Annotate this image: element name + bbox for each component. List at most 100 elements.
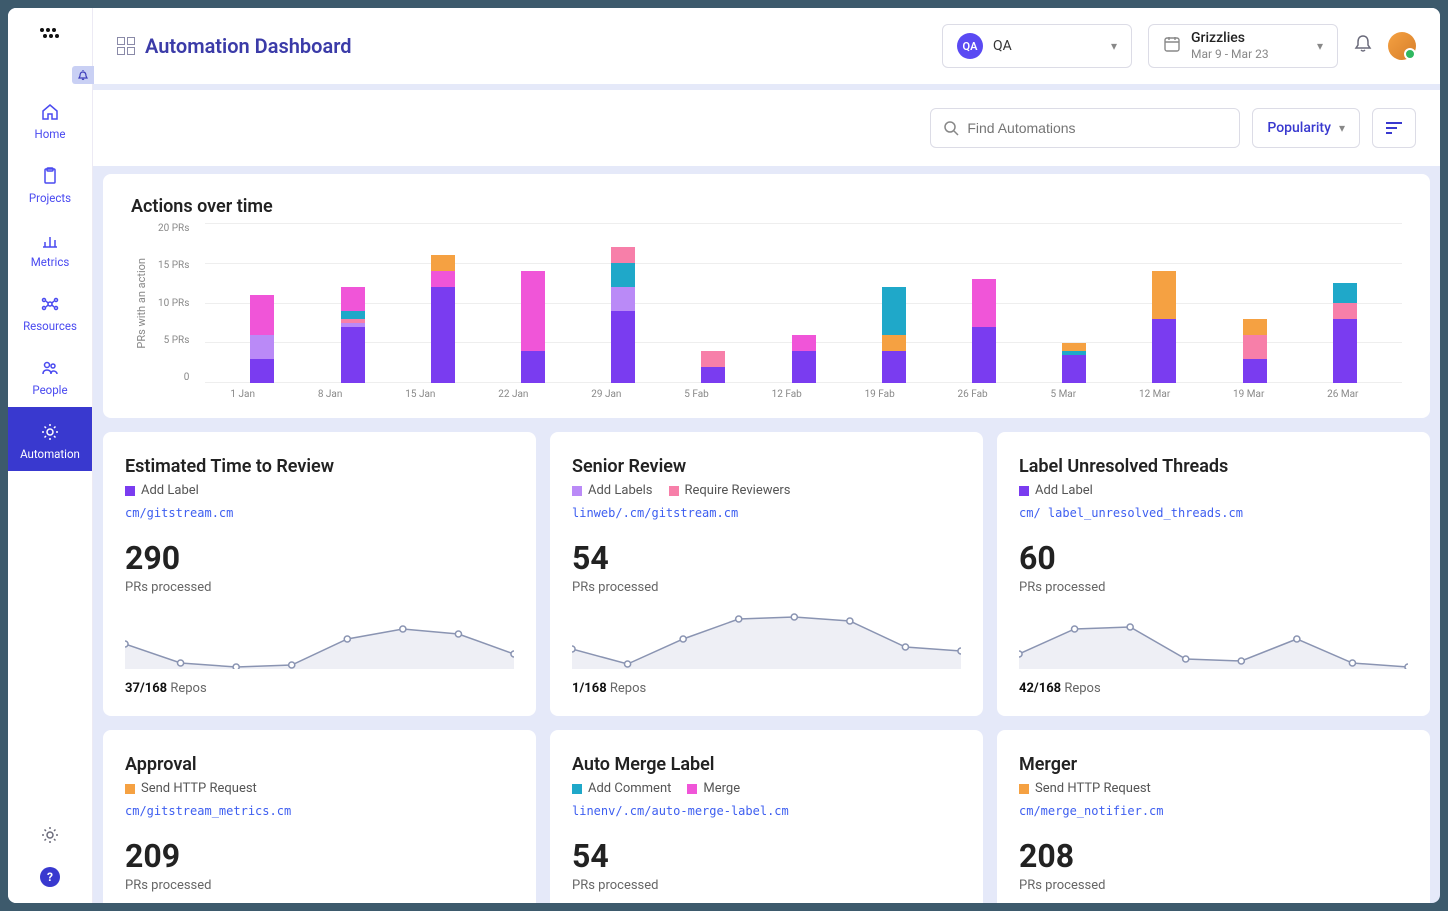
automation-value: 208 <box>1019 840 1408 872</box>
notification-tab[interactable] <box>72 66 94 84</box>
nav-projects[interactable]: Projects <box>8 151 92 215</box>
date-range-selector[interactable]: Grizzlies Mar 9 - Mar 23 ▾ <box>1148 24 1338 68</box>
sidebar: Home Projects Metrics Resources <box>8 8 93 903</box>
nav-resources[interactable]: Resources <box>8 279 92 343</box>
x-tick-label: 12 Fab <box>772 389 802 400</box>
automation-path: cm/gitstream.cm <box>125 506 514 520</box>
automation-card[interactable]: Merger Send HTTP Request cm/merge_notifi… <box>997 730 1430 903</box>
automation-value: 290 <box>125 542 514 574</box>
nav-metrics[interactable]: Metrics <box>8 215 92 279</box>
chart-plot: PRs with an action 20 PRs15 PRs10 PRs5 P… <box>131 223 1402 383</box>
x-tick-label: 19 Fab <box>865 389 895 400</box>
nav-label: Home <box>35 127 66 141</box>
automation-tag: Add Labels <box>572 483 653 498</box>
automation-tag: Merge <box>687 781 740 796</box>
chevron-down-icon: ▾ <box>1111 39 1117 53</box>
sparkline <box>572 609 961 669</box>
automation-tag: Require Reviewers <box>669 483 791 498</box>
automation-value-label: PRs processed <box>572 580 961 595</box>
search-input[interactable] <box>967 120 1227 136</box>
automation-tag: Add Label <box>125 483 199 498</box>
automation-cards-grid: Estimated Time to Review Add Label cm/gi… <box>93 432 1440 903</box>
nav-home[interactable]: Home <box>8 87 92 151</box>
nav-label: People <box>32 383 67 397</box>
home-icon <box>39 101 61 123</box>
automation-value-label: PRs processed <box>125 580 514 595</box>
automation-tags: Send HTTP Request <box>125 781 514 796</box>
automation-value-label: PRs processed <box>125 878 514 893</box>
automation-card[interactable]: Senior Review Add LabelsRequire Reviewer… <box>550 432 983 716</box>
filter-row: Popularity ▾ <box>93 84 1440 166</box>
sort-direction-button[interactable] <box>1372 108 1416 148</box>
team-badge: QA <box>957 33 983 59</box>
bar-chart-bars <box>205 223 1402 383</box>
y-ticks: 20 PRs15 PRs10 PRs5 PRs0 <box>158 223 195 383</box>
repos-count: 1/168 Repos <box>572 681 961 696</box>
automation-value: 209 <box>125 840 514 872</box>
automation-value: 60 <box>1019 542 1408 574</box>
settings-button[interactable] <box>40 825 60 849</box>
automation-tags: Add Label <box>125 483 514 498</box>
automation-tag: Send HTTP Request <box>1019 781 1151 796</box>
automation-tags: Add Labels Require Reviewers <box>572 483 961 498</box>
chevron-down-icon: ▾ <box>1317 39 1323 53</box>
nav-label: Resources <box>23 319 77 333</box>
sparkline <box>125 609 514 669</box>
automation-value-label: PRs processed <box>1019 878 1408 893</box>
repos-count: 42/168 Repos <box>1019 681 1408 696</box>
automation-tag: Add Label <box>1019 483 1093 498</box>
repos-count: 37/168 Repos <box>125 681 514 696</box>
bar-column <box>701 351 725 383</box>
team-selector[interactable]: QA QA ▾ <box>942 24 1132 68</box>
bar-column <box>1333 283 1357 383</box>
search-icon <box>943 120 959 136</box>
help-button[interactable]: ? <box>40 867 60 887</box>
automation-path: cm/gitstream_metrics.cm <box>125 804 514 818</box>
page-title-text: Automation Dashboard <box>145 34 351 58</box>
chart-icon <box>39 229 61 251</box>
x-tick-label: 1 Jan <box>230 389 255 400</box>
search-input-wrapper[interactable] <box>930 108 1240 148</box>
bar-column <box>972 279 996 383</box>
automation-card[interactable]: Label Unresolved Threads Add Label cm/ l… <box>997 432 1430 716</box>
bar-column <box>1152 271 1176 383</box>
x-tick-label: 5 Mar <box>1050 389 1076 400</box>
bar-column <box>1243 319 1267 383</box>
bar-column <box>611 247 635 383</box>
bar-column <box>341 287 365 383</box>
sort-label: Popularity <box>1267 120 1331 136</box>
automation-tags: Add Comment Merge <box>572 781 961 796</box>
automation-card[interactable]: Estimated Time to Review Add Label cm/gi… <box>103 432 536 716</box>
user-avatar[interactable] <box>1388 32 1416 60</box>
bar-column <box>1062 343 1086 383</box>
notifications-button[interactable] <box>1354 34 1372 59</box>
x-tick-label: 5 Fab <box>684 389 709 400</box>
automation-path: linweb/.cm/gitstream.cm <box>572 506 961 520</box>
automation-tags: Send HTTP Request <box>1019 781 1408 796</box>
x-tick-label: 22 Jan <box>498 389 528 400</box>
automation-card[interactable]: Approval Send HTTP Request cm/gitstream_… <box>103 730 536 903</box>
x-tick-label: 26 Mar <box>1327 389 1358 400</box>
x-tick-label: 12 Mar <box>1139 389 1170 400</box>
gear-icon <box>39 421 61 443</box>
nav-automation[interactable]: Automation <box>8 407 92 471</box>
team-label: QA <box>993 38 1012 54</box>
chart-title: Actions over time <box>131 196 1402 217</box>
automation-value-label: PRs processed <box>572 878 961 893</box>
bar-column <box>792 335 816 383</box>
nav-label: Projects <box>29 191 71 205</box>
automation-tag: Add Comment <box>572 781 671 796</box>
bar-column <box>431 255 455 383</box>
dashboard-grid-icon <box>117 37 135 55</box>
automation-title: Label Unresolved Threads <box>1019 456 1408 477</box>
nav-people[interactable]: People <box>8 343 92 407</box>
sparkline <box>1019 609 1408 669</box>
x-tick-label: 29 Jan <box>591 389 621 400</box>
automation-card[interactable]: Auto Merge Label Add CommentMerge linenv… <box>550 730 983 903</box>
bar-column <box>882 287 906 383</box>
x-tick-label: 15 Jan <box>405 389 435 400</box>
automation-title: Approval <box>125 754 514 775</box>
actions-over-time-chart-card: Actions over time PRs with an action 20 … <box>103 174 1430 418</box>
automation-tags: Add Label <box>1019 483 1408 498</box>
sort-dropdown[interactable]: Popularity ▾ <box>1252 108 1360 148</box>
